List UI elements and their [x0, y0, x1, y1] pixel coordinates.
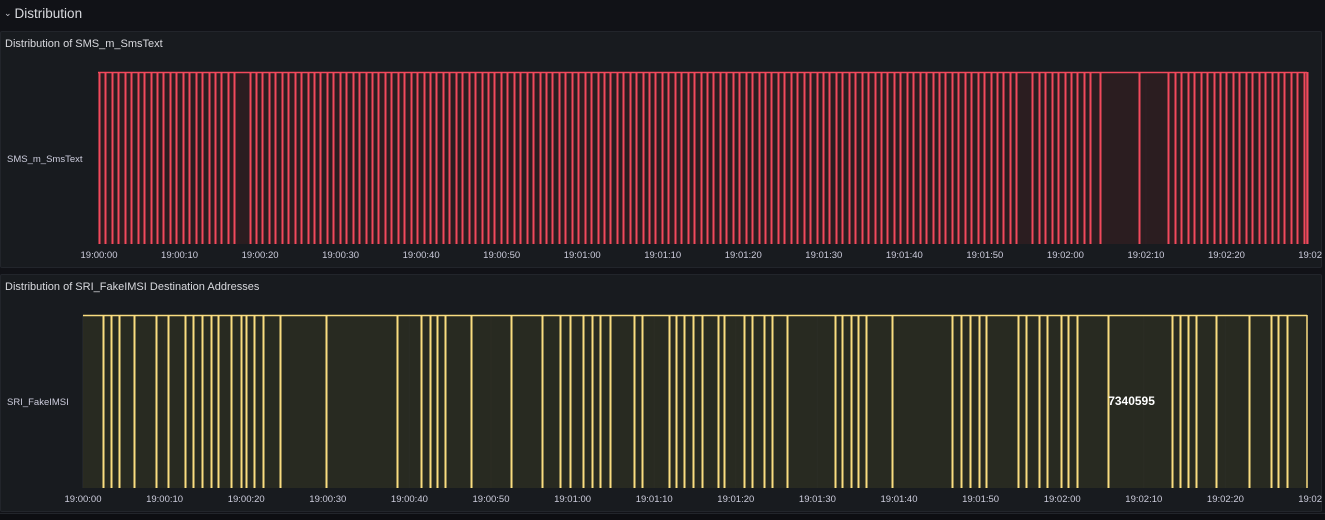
x-tick-label: 19:01:00: [564, 250, 601, 261]
x-tick-label: 19:01:10: [644, 250, 681, 261]
chevron-down-icon[interactable]: ⌄: [4, 8, 12, 19]
row-label: SRI_FakeIMSI: [7, 397, 69, 408]
x-tick-label: 19:01:50: [966, 250, 1003, 261]
x-tick-label: 19:02:00: [1044, 494, 1081, 505]
x-tick-label: 19:02:10: [1127, 250, 1164, 261]
state-timeline-chart: SRI_FakeIMSI 7340595 19:00:00 19:00:10 19:00…: [7, 314, 1322, 505]
x-tick-label: 19:00:30: [309, 494, 346, 505]
x-tick-label: 19:00:50: [483, 250, 520, 261]
x-tick-label: 19:01:50: [962, 494, 999, 505]
row-label: SMS_m_SmsText: [7, 154, 83, 165]
value-label: 7340595: [1108, 394, 1155, 408]
x-tick-label: 19:01:00: [554, 494, 591, 505]
x-tick-label: 19:00:10: [146, 494, 183, 505]
x-tick-label: 19:00:50: [473, 494, 510, 505]
x-tick-label: 19:02: [1298, 250, 1322, 261]
x-tick-label: 19:00:30: [322, 250, 359, 261]
panel-sri-distribution[interactable]: Distribution of SRI_FakeIMSI Destination…: [0, 274, 1322, 512]
x-tick-label: 19:01:20: [725, 250, 762, 261]
x-tick-label: 19:01:10: [636, 494, 673, 505]
x-tick-label: 19:00:20: [228, 494, 265, 505]
x-tick-label: 19:01:40: [881, 494, 918, 505]
x-tick-label: 19:00:10: [161, 250, 198, 261]
row-title: Distribution: [14, 5, 83, 21]
x-tick-label: 19:00:40: [391, 494, 428, 505]
x-tick-label: 19:01:20: [717, 494, 754, 505]
state-timeline-chart: SMS_m_SmsText 19:00:00 19:00:10 19:00:20 19:…: [7, 71, 1322, 261]
x-tick-label: 19:00:40: [403, 250, 440, 261]
x-tick-label: 19:02:20: [1208, 250, 1245, 261]
x-tick-label: 19:00:00: [81, 250, 118, 261]
x-tick-label: 19:02:00: [1047, 250, 1084, 261]
panel-sms-distribution[interactable]: Distribution of SMS_m_SmsText SMS_m_SmsT…: [0, 31, 1322, 268]
x-tick-label: 19:02: [1298, 494, 1322, 505]
x-tick-label: 19:01:30: [799, 494, 836, 505]
x-tick-label: 19:01:40: [886, 250, 923, 261]
x-tick-label: 19:02:10: [1125, 494, 1162, 505]
x-tick-label: 19:00:00: [65, 494, 102, 505]
x-tick-label: 19:00:20: [242, 250, 279, 261]
x-tick-label: 19:02:20: [1207, 494, 1244, 505]
x-tick-label: 19:01:30: [805, 250, 842, 261]
row-header-distribution[interactable]: ⌄ Distribution: [0, 0, 1325, 26]
